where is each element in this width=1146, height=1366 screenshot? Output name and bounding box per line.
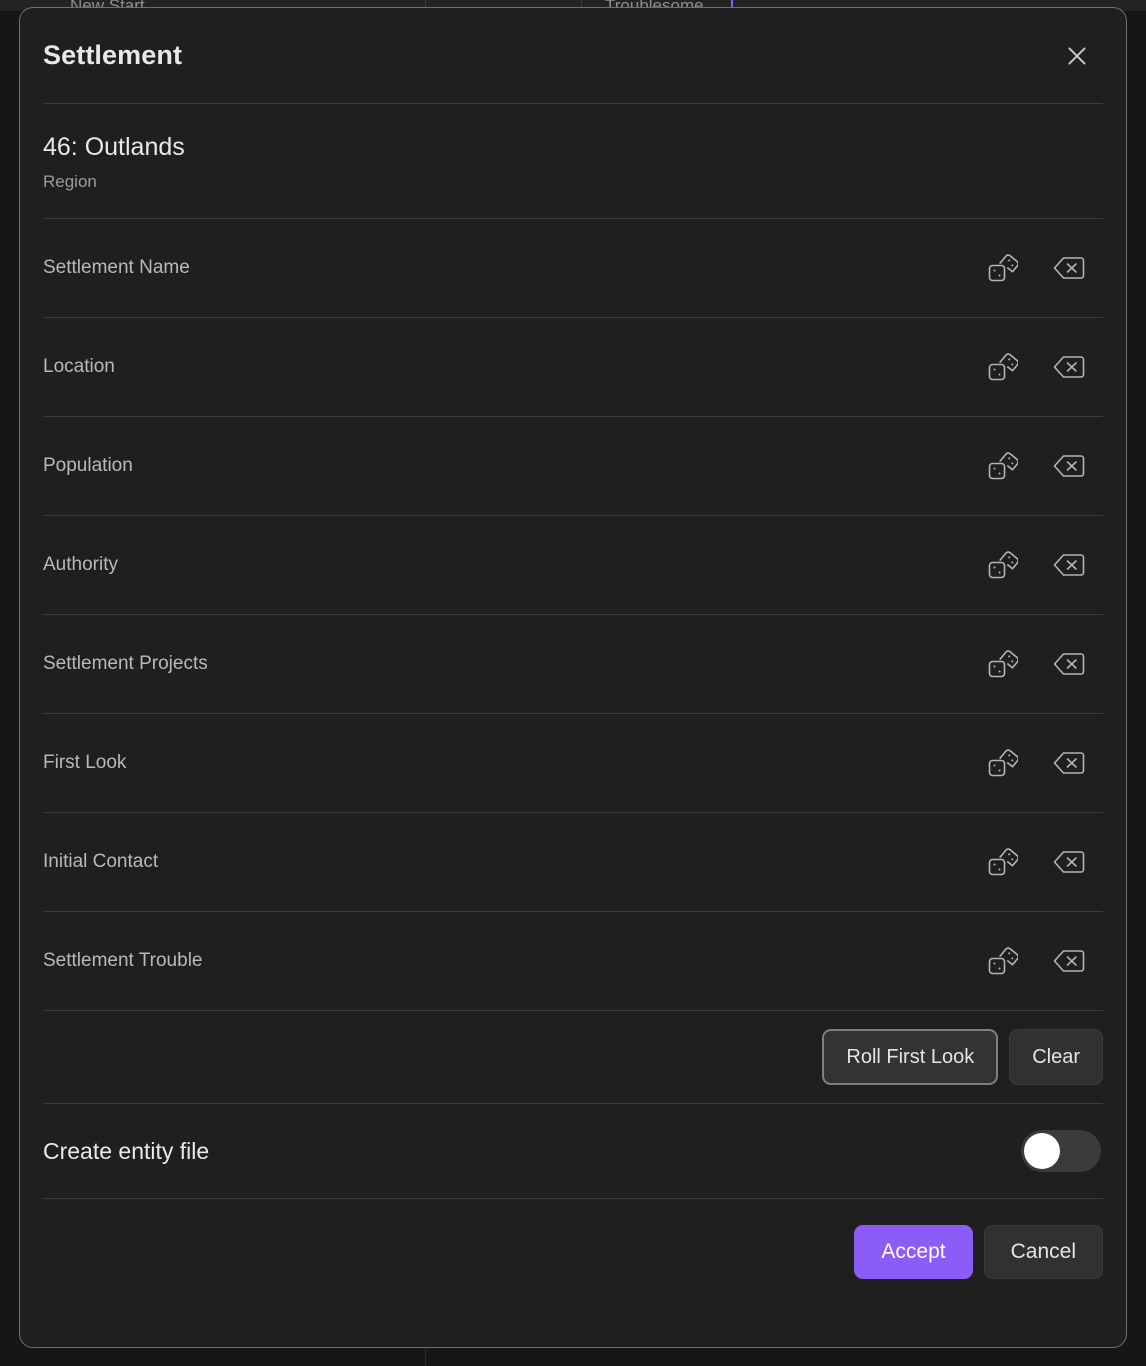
field-actions: [982, 545, 1103, 585]
entity-summary: 46: Outlands Region: [43, 104, 1103, 218]
clear-field-button[interactable]: [1049, 644, 1089, 684]
dice-icon: [986, 351, 1018, 383]
field-actions: [982, 644, 1103, 684]
field-row: Settlement Trouble: [43, 912, 1103, 1012]
field-row: Initial Contact: [43, 813, 1103, 913]
roll-dice-button[interactable]: [982, 644, 1022, 684]
create-entity-file-row: Create entity file: [43, 1104, 1103, 1200]
dice-icon: [986, 945, 1018, 977]
roll-dice-button[interactable]: [982, 347, 1022, 387]
backspace-icon: [1052, 253, 1086, 283]
dialog-header: Settlement: [43, 8, 1103, 103]
roll-dice-button[interactable]: [982, 842, 1022, 882]
roll-dice-button[interactable]: [982, 941, 1022, 981]
field-label: First Look: [43, 752, 127, 774]
clear-field-button[interactable]: [1049, 545, 1089, 585]
clear-button[interactable]: Clear: [1009, 1029, 1103, 1086]
clear-field-button[interactable]: [1049, 842, 1089, 882]
toggle-knob: [1024, 1133, 1060, 1170]
dice-icon: [986, 648, 1018, 680]
field-label: Settlement Projects: [43, 653, 208, 675]
backspace-icon: [1052, 748, 1086, 778]
entity-name: 46: Outlands: [43, 133, 185, 161]
roll-dice-button[interactable]: [982, 545, 1022, 585]
create-entity-file-toggle[interactable]: [1021, 1130, 1101, 1173]
backspace-icon: [1052, 847, 1086, 877]
close-button[interactable]: [1057, 36, 1097, 76]
field-list: Settlement Name Location Population Auth…: [43, 219, 1103, 1012]
roll-first-look-button[interactable]: Roll First Look: [822, 1029, 999, 1086]
dice-icon: [986, 846, 1018, 878]
entity-type: Region: [43, 172, 97, 192]
field-actions: [982, 248, 1103, 288]
clear-field-button[interactable]: [1049, 743, 1089, 783]
backspace-icon: [1052, 352, 1086, 382]
field-label: Settlement Trouble: [43, 950, 203, 972]
roll-actions-row: Roll First Look Clear: [43, 1011, 1103, 1105]
field-label: Settlement Name: [43, 257, 190, 279]
field-row: Population: [43, 417, 1103, 517]
backspace-icon: [1052, 649, 1086, 679]
field-label: Population: [43, 455, 133, 477]
page-title: Settlement: [43, 40, 183, 70]
backspace-icon: [1052, 451, 1086, 481]
field-label: Initial Contact: [43, 851, 159, 873]
clear-field-button[interactable]: [1049, 941, 1089, 981]
field-actions: [982, 446, 1103, 486]
clear-field-button[interactable]: [1049, 446, 1089, 486]
field-row: Location: [43, 318, 1103, 418]
field-actions: [982, 347, 1103, 387]
dice-icon: [986, 252, 1018, 284]
accept-button[interactable]: Accept: [854, 1225, 973, 1280]
roll-dice-button[interactable]: [982, 248, 1022, 288]
field-row: Settlement Name: [43, 219, 1103, 319]
roll-dice-button[interactable]: [982, 446, 1022, 486]
settlement-dialog: Settlement 46: Outlands Region Settlemen…: [19, 7, 1127, 1348]
close-icon: [1064, 43, 1090, 69]
dialog-footer: Accept Cancel: [43, 1199, 1103, 1347]
dice-icon: [986, 450, 1018, 482]
dice-icon: [986, 747, 1018, 779]
backspace-icon: [1052, 550, 1086, 580]
create-entity-file-label: Create entity file: [43, 1137, 210, 1164]
field-actions: [982, 842, 1103, 882]
clear-field-button[interactable]: [1049, 347, 1089, 387]
roll-dice-button[interactable]: [982, 743, 1022, 783]
field-row: Settlement Projects: [43, 615, 1103, 715]
field-row: First Look: [43, 714, 1103, 814]
field-label: Location: [43, 356, 115, 378]
field-actions: [982, 743, 1103, 783]
clear-field-button[interactable]: [1049, 248, 1089, 288]
field-label: Authority: [43, 554, 118, 576]
field-row: Authority: [43, 516, 1103, 616]
dice-icon: [986, 549, 1018, 581]
field-actions: [982, 941, 1103, 981]
backspace-icon: [1052, 946, 1086, 976]
cancel-button[interactable]: Cancel: [983, 1225, 1103, 1280]
